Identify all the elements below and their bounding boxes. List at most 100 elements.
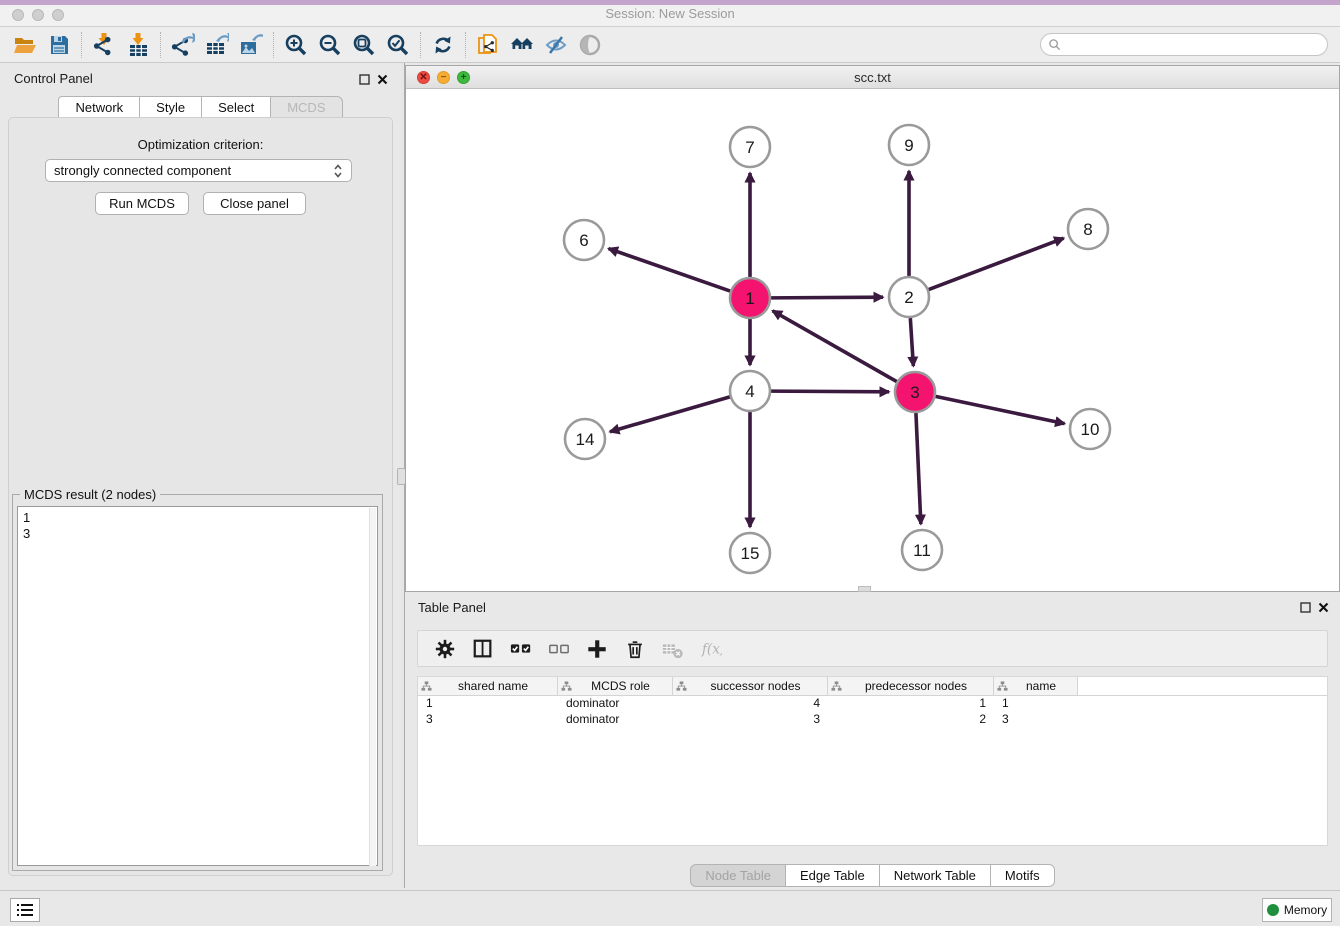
network-view-window: ✕ − + scc.txt 7 9 6 8 1 2 4 3 14 10 15 11: [405, 65, 1340, 592]
column-header-predecessor-nodes[interactable]: predecessor nodes: [828, 677, 994, 695]
export-table-icon[interactable]: [200, 30, 234, 60]
node-14[interactable]: 14: [565, 419, 605, 459]
control-panel-float-button[interactable]: [359, 74, 370, 85]
toolbar-separator: [465, 32, 466, 58]
edge-3-10[interactable]: [936, 396, 1065, 423]
node-6[interactable]: 6: [564, 220, 604, 260]
network-window-titlebar[interactable]: ✕ − + scc.txt: [406, 66, 1339, 89]
node-3[interactable]: 3: [895, 372, 935, 412]
node-label: 7: [745, 138, 754, 157]
search-icon: [1048, 38, 1061, 51]
deselect-all-checkboxes-icon[interactable]: [540, 633, 578, 665]
table-row[interactable]: 3dominator323: [418, 712, 1327, 728]
gear-icon[interactable]: [426, 633, 464, 665]
edge-3-11[interactable]: [916, 413, 921, 524]
edge-2-3[interactable]: [910, 318, 913, 366]
column-header-name[interactable]: name: [994, 677, 1078, 695]
mcds-result-textarea[interactable]: 13: [17, 506, 378, 866]
import-network-icon[interactable]: [87, 30, 121, 60]
node-label: 9: [904, 136, 913, 155]
tab-network[interactable]: Network: [58, 96, 140, 118]
edge-4-3[interactable]: [771, 391, 889, 392]
sort-icon: [676, 681, 687, 692]
export-network-icon[interactable]: [166, 30, 200, 60]
tab-network-table[interactable]: Network Table: [880, 864, 991, 887]
result-line: 1: [23, 510, 377, 526]
edge-4-14[interactable]: [610, 397, 730, 432]
table-row[interactable]: 1dominator411: [418, 696, 1327, 712]
network-canvas[interactable]: 7 9 6 8 1 2 4 3 14 10 15 11: [406, 89, 1339, 591]
tab-style[interactable]: Style: [140, 96, 202, 118]
zoom-in-icon[interactable]: [279, 30, 313, 60]
clone-network-icon[interactable]: [471, 30, 505, 60]
edge-1-2[interactable]: [771, 297, 883, 298]
titlebar-accent-strip: [0, 0, 1340, 5]
add-column-icon[interactable]: [578, 633, 616, 665]
edge-2-8[interactable]: [929, 238, 1064, 289]
column-header-successor-nodes[interactable]: successor nodes: [673, 677, 828, 695]
tab-mcds[interactable]: MCDS: [271, 96, 342, 118]
tab-node-table[interactable]: Node Table: [690, 864, 786, 887]
refresh-icon[interactable]: [426, 30, 460, 60]
node-2[interactable]: 2: [889, 277, 929, 317]
node-label: 8: [1083, 220, 1092, 239]
node-10[interactable]: 10: [1070, 409, 1110, 449]
column-label: successor nodes: [687, 679, 824, 693]
column-label: MCDS role: [572, 679, 669, 693]
delete-column-icon[interactable]: [616, 633, 654, 665]
import-table-icon[interactable]: [121, 30, 155, 60]
result-line: 3: [23, 526, 377, 542]
table-panel-float-button[interactable]: [1300, 602, 1311, 613]
zoom-fit-icon[interactable]: [347, 30, 381, 60]
memory-button[interactable]: Memory: [1262, 898, 1332, 922]
tab-select[interactable]: Select: [202, 96, 271, 118]
status-bar: Memory: [0, 890, 1340, 926]
panel-menu-button[interactable]: [10, 898, 40, 922]
tab-motifs[interactable]: Motifs: [991, 864, 1055, 887]
node-7[interactable]: 7: [730, 127, 770, 167]
result-scrollbar[interactable]: [369, 508, 376, 866]
open-file-icon[interactable]: [8, 30, 42, 60]
table-cell: 3: [994, 712, 1078, 728]
zoom-selected-icon[interactable]: [381, 30, 415, 60]
column-header-MCDS-role[interactable]: MCDS role: [558, 677, 673, 695]
home-icon[interactable]: [505, 30, 539, 60]
node-1[interactable]: 1: [730, 278, 770, 318]
eye-icon[interactable]: [573, 30, 607, 60]
sort-icon: [997, 681, 1008, 692]
node-label: 6: [579, 231, 588, 250]
node-label: 4: [745, 382, 754, 401]
tab-edge-table[interactable]: Edge Table: [786, 864, 880, 887]
memory-status-icon: [1267, 904, 1279, 916]
node-11[interactable]: 11: [902, 530, 942, 570]
sort-icon: [831, 681, 842, 692]
close-panel-button[interactable]: Close panel: [203, 192, 306, 215]
table-header-row: shared name MCDS role successor nodes prede…: [418, 677, 1327, 696]
node-4[interactable]: 4: [730, 371, 770, 411]
edge-1-6[interactable]: [609, 249, 731, 291]
table-rows: 1dominator4113dominator323: [418, 696, 1327, 728]
criterion-select[interactable]: strongly connected component: [45, 159, 352, 182]
horizontal-splitter-handle[interactable]: [858, 586, 871, 592]
edge-3-1[interactable]: [773, 311, 897, 382]
select-all-checkboxes-icon[interactable]: [502, 633, 540, 665]
node-9[interactable]: 9: [889, 125, 929, 165]
zoom-out-icon[interactable]: [313, 30, 347, 60]
columns-icon[interactable]: [464, 633, 502, 665]
toolbar-separator: [273, 32, 274, 58]
export-image-icon[interactable]: [234, 30, 268, 60]
window-title: Session: New Session: [0, 6, 1340, 21]
table-panel-close-icon[interactable]: [1318, 602, 1329, 613]
search-input[interactable]: [1061, 34, 1327, 55]
run-mcds-button[interactable]: Run MCDS: [95, 192, 189, 215]
network-window-title: scc.txt: [406, 70, 1339, 85]
hide-annotations-icon[interactable]: [539, 30, 573, 60]
svg-text:f(x): f(x): [701, 641, 722, 657]
node-table: shared name MCDS role successor nodes prede…: [417, 676, 1328, 846]
save-session-icon[interactable]: [42, 30, 76, 60]
column-header-shared-name[interactable]: shared name: [418, 677, 558, 695]
node-15[interactable]: 15: [730, 533, 770, 573]
search-box[interactable]: [1040, 33, 1328, 56]
control-panel-close-icon[interactable]: [377, 74, 388, 85]
node-8[interactable]: 8: [1068, 209, 1108, 249]
